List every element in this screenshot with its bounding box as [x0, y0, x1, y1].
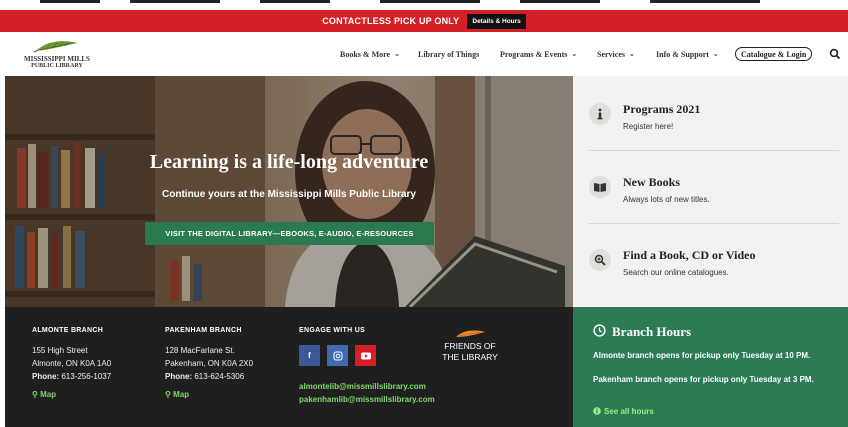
branch-hours-title-text: Branch Hours	[612, 324, 692, 339]
almonte-phone: Phone: 613-256-1037	[32, 372, 111, 381]
details-hours-button[interactable]: Details & Hours	[467, 13, 526, 29]
find-book-link[interactable]: Find a Book, CD or Video Search our onli…	[589, 236, 835, 309]
nav-services[interactable]: Services ⌄	[597, 32, 635, 76]
library-logo[interactable]: MISSISSIPPI MILLS PUBLIC LIBRARY	[22, 39, 92, 71]
almonte-phone-label: Phone:	[32, 372, 60, 381]
divider	[589, 223, 839, 224]
quick-links-panel: Programs 2021 Register here! New Books A…	[573, 76, 848, 307]
pakenham-phone-label: Phone:	[165, 372, 193, 381]
top-strip-segment	[130, 0, 220, 3]
alert-message: CONTACTLESS PICK UP ONLY	[322, 16, 460, 26]
top-strip	[0, 0, 848, 10]
almonte-heading: ALMONTE BRANCH	[32, 327, 104, 334]
nav-books-more[interactable]: Books & More ⌄	[340, 32, 400, 76]
zoom-icon	[589, 249, 611, 271]
main-navigation: MISSISSIPPI MILLS PUBLIC LIBRARY Books &…	[0, 32, 848, 76]
pakenham-map-link[interactable]: ⚲ Map	[165, 390, 189, 399]
almonte-map-link[interactable]: ⚲ Map	[32, 390, 56, 399]
almonte-hours: Almonte branch opens for pickup only Tue…	[593, 351, 811, 360]
almonte-email-link[interactable]: almontelib@missmillslibrary.com	[299, 382, 426, 391]
leaf-logo-icon	[33, 41, 78, 53]
nav-info-support[interactable]: Info & Support ⌄	[656, 32, 719, 76]
chevron-down-icon: ⌄	[394, 50, 400, 58]
find-book-title: Find a Book, CD or Video	[623, 248, 756, 262]
leaf-logo-icon	[456, 330, 485, 337]
youtube-icon[interactable]	[355, 345, 376, 366]
top-strip-segment	[520, 0, 600, 3]
map-marker-icon: ⚲	[165, 390, 171, 399]
book-icon	[589, 176, 611, 198]
almonte-address2: Almonte, ON K0A 1A0	[32, 359, 112, 368]
new-books-link[interactable]: New Books Always lots of new titles.	[589, 163, 835, 236]
hero-title: Learning is a life-long adventure	[149, 151, 429, 173]
hero-subtitle: Continue yours at the Mississippi Mills …	[162, 189, 416, 200]
friends-text: FRIENDS OF THE LIBRARY	[437, 341, 503, 363]
map-marker-icon: ⚲	[32, 390, 38, 399]
engage-heading: ENGAGE WITH US	[299, 327, 366, 334]
hero-banner: Learning is a life-long adventure Contin…	[5, 76, 573, 307]
branch-hours-title: Branch Hours	[593, 324, 691, 340]
chevron-down-icon: ⌄	[571, 50, 578, 58]
facebook-icon[interactable]: f	[299, 345, 320, 366]
top-strip-segment	[40, 0, 100, 3]
instagram-icon[interactable]	[327, 345, 348, 366]
pakenham-phone-number: 613-624-5306	[194, 372, 245, 381]
info-circle-icon	[593, 407, 601, 415]
branch-hours-panel: Branch Hours Almonte branch opens for pi…	[573, 307, 848, 427]
see-all-hours-link[interactable]: See all hours	[593, 407, 654, 416]
see-all-hours-label: See all hours	[604, 407, 654, 416]
pakenham-address1: 128 MacFarlane St.	[165, 346, 235, 355]
nav-programs-events[interactable]: Programs & Events ⌄	[500, 32, 577, 76]
friends-line1: FRIENDS OF	[444, 341, 496, 351]
almonte-map-label: Map	[40, 390, 57, 399]
friends-line2: THE LIBRARY	[442, 352, 498, 362]
top-strip-segment	[260, 0, 330, 3]
footer: ALMONTE BRANCH 155 High Street Almonte, …	[5, 307, 573, 427]
pakenham-phone: Phone: 613-624-5306	[165, 372, 244, 381]
find-book-desc: Search our online catalogues.	[623, 268, 729, 277]
logo-line1: MISSISSIPPI MILLS	[24, 55, 90, 63]
search-icon[interactable]	[829, 48, 841, 60]
pakenham-heading: PAKENHAM BRANCH	[165, 327, 242, 334]
info-icon	[589, 103, 611, 125]
nav-library-of-things[interactable]: Library of Things	[418, 32, 479, 76]
clock-icon	[593, 324, 606, 337]
chevron-down-icon: ⌄	[712, 50, 719, 58]
pakenham-address2: Pakenham, ON K0A 2X0	[165, 359, 254, 368]
chevron-down-icon: ⌄	[629, 50, 635, 58]
top-strip-segment	[380, 0, 480, 3]
programs-2021-link[interactable]: Programs 2021 Register here!	[589, 90, 835, 163]
logo-line2: PUBLIC LIBRARY	[31, 63, 83, 69]
digital-library-button[interactable]: VISIT THE DIGITAL LIBRARY—EBOOKS, E-AUDI…	[145, 222, 434, 245]
nav-books-more-label: Books & More	[340, 49, 391, 59]
nav-programs-events-label: Programs & Events	[500, 49, 568, 59]
programs-2021-desc: Register here!	[623, 122, 674, 131]
top-strip-segment	[650, 0, 760, 3]
pakenham-hours: Pakenham branch opens for pickup only Tu…	[593, 375, 814, 384]
almonte-address1: 155 High Street	[32, 346, 88, 355]
programs-2021-title: Programs 2021	[623, 102, 701, 116]
new-books-desc: Always lots of new titles.	[623, 195, 710, 204]
catalogue-login-button[interactable]: Catalogue & Login	[735, 47, 813, 61]
new-books-title: New Books	[623, 175, 681, 189]
divider	[589, 150, 839, 151]
nav-info-support-label: Info & Support	[656, 49, 709, 59]
pakenham-email-link[interactable]: pakenhamlib@missmillslibrary.com	[299, 395, 435, 404]
nav-services-label: Services	[597, 49, 625, 59]
nav-library-of-things-label: Library of Things	[418, 49, 480, 59]
almonte-phone-number: 613-256-1037	[61, 372, 112, 381]
pakenham-map-label: Map	[173, 390, 190, 399]
alert-bar: CONTACTLESS PICK UP ONLY Details & Hours	[0, 10, 848, 32]
